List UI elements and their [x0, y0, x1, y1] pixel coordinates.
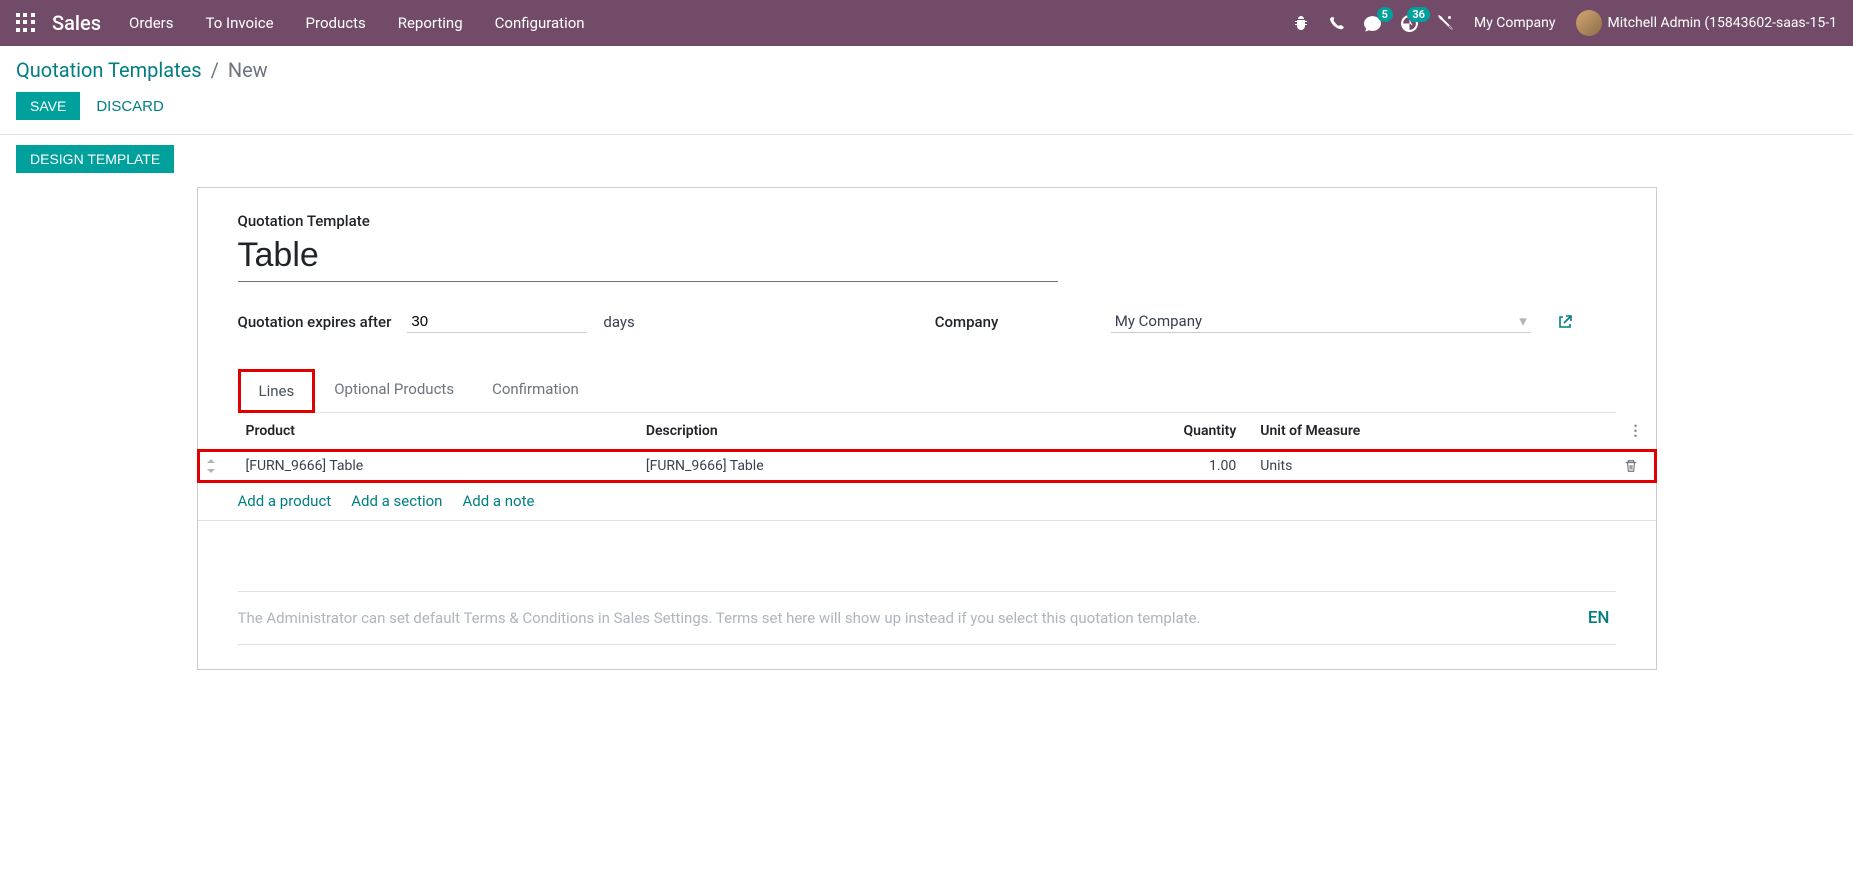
- cell-quantity[interactable]: 1.00: [1038, 450, 1244, 483]
- activity-badge: 36: [1407, 7, 1430, 22]
- tools-icon[interactable]: [1438, 15, 1454, 31]
- breadcrumb-parent[interactable]: Quotation Templates: [16, 58, 202, 82]
- table-row[interactable]: [FURN_9666] Table [FURN_9666] Table 1.00…: [198, 450, 1656, 483]
- th-product: Product: [238, 413, 638, 450]
- company-select[interactable]: My Company ▾: [1111, 310, 1531, 333]
- terms-placeholder: The Administrator can set default Terms …: [238, 609, 1201, 627]
- tab-confirmation[interactable]: Confirmation: [473, 369, 598, 412]
- expires-input[interactable]: [407, 311, 587, 333]
- breadcrumb-current: New: [228, 58, 268, 82]
- status-bar: DESIGN TEMPLATE: [0, 135, 1853, 183]
- nav-menu: Orders To Invoice Products Reporting Con…: [129, 14, 1293, 32]
- user-name: Mitchell Admin (15843602-saas-15-1: [1608, 15, 1838, 31]
- nav-reporting[interactable]: Reporting: [398, 14, 463, 32]
- th-uom: Unit of Measure: [1244, 413, 1615, 450]
- th-quantity: Quantity: [1038, 413, 1244, 450]
- add-links: Add a product Add a section Add a note: [198, 482, 1656, 521]
- company-switcher[interactable]: My Company: [1474, 15, 1556, 31]
- terms-area[interactable]: The Administrator can set default Terms …: [238, 591, 1616, 645]
- nav-products[interactable]: Products: [306, 14, 366, 32]
- tab-optional-products[interactable]: Optional Products: [315, 369, 473, 412]
- activity-icon[interactable]: 36: [1401, 15, 1418, 32]
- nav-to-invoice[interactable]: To Invoice: [206, 14, 274, 32]
- tab-lines[interactable]: Lines: [238, 369, 316, 413]
- breadcrumb-bar: Quotation Templates / New: [0, 46, 1853, 82]
- form-row: Quotation expires after days Company My …: [238, 310, 1616, 333]
- messages-badge: 5: [1377, 7, 1393, 22]
- cell-product[interactable]: [FURN_9666] Table: [238, 450, 638, 483]
- add-note-link[interactable]: Add a note: [462, 492, 534, 510]
- tabs: Lines Optional Products Confirmation: [238, 369, 1616, 413]
- cell-description[interactable]: [FURN_9666] Table: [638, 450, 1038, 483]
- expires-suffix: days: [603, 313, 634, 331]
- bug-icon[interactable]: [1293, 15, 1309, 31]
- breadcrumb-sep: /: [211, 58, 219, 82]
- column-options-icon[interactable]: ⋮: [1616, 413, 1656, 450]
- cell-uom[interactable]: Units: [1244, 450, 1615, 483]
- title-label: Quotation Template: [238, 212, 1616, 230]
- form-sheet: Quotation Template Quotation expires aft…: [197, 187, 1657, 670]
- nav-configuration[interactable]: Configuration: [495, 14, 585, 32]
- app-brand[interactable]: Sales: [52, 11, 101, 35]
- design-template-button[interactable]: DESIGN TEMPLATE: [16, 145, 174, 173]
- external-link-icon[interactable]: [1557, 314, 1573, 330]
- language-button[interactable]: EN: [1588, 608, 1616, 628]
- delete-row-icon[interactable]: [1616, 450, 1656, 483]
- expires-group: Quotation expires after days: [238, 311, 635, 333]
- expires-label: Quotation expires after: [238, 313, 392, 331]
- action-buttons: SAVE DISCARD: [0, 82, 1853, 134]
- company-label: Company: [935, 313, 1095, 331]
- add-product-link[interactable]: Add a product: [238, 492, 332, 510]
- top-nav: Sales Orders To Invoice Products Reporti…: [0, 0, 1853, 46]
- messages-icon[interactable]: 5: [1364, 15, 1381, 32]
- company-group: Company My Company ▾: [935, 310, 1616, 333]
- title-input[interactable]: [238, 234, 1058, 282]
- apps-icon[interactable]: [16, 13, 36, 33]
- nav-orders[interactable]: Orders: [129, 14, 174, 32]
- drag-handle-icon[interactable]: [198, 450, 238, 483]
- dropdown-caret-icon: ▾: [1519, 312, 1527, 330]
- avatar: [1576, 10, 1602, 36]
- add-section-link[interactable]: Add a section: [351, 492, 442, 510]
- th-description: Description: [638, 413, 1038, 450]
- company-value: My Company: [1115, 312, 1202, 330]
- save-button[interactable]: SAVE: [16, 92, 80, 120]
- discard-button[interactable]: DISCARD: [96, 98, 164, 115]
- breadcrumb: Quotation Templates / New: [16, 58, 1837, 82]
- lines-table: Product Description Quantity Unit of Mea…: [198, 413, 1656, 482]
- user-menu[interactable]: Mitchell Admin (15843602-saas-15-1: [1576, 10, 1838, 36]
- nav-right: 5 36 My Company Mitchell Admin (15843602…: [1293, 10, 1837, 36]
- lines-table-wrap: Product Description Quantity Unit of Mea…: [198, 413, 1656, 521]
- phone-icon[interactable]: [1329, 16, 1344, 31]
